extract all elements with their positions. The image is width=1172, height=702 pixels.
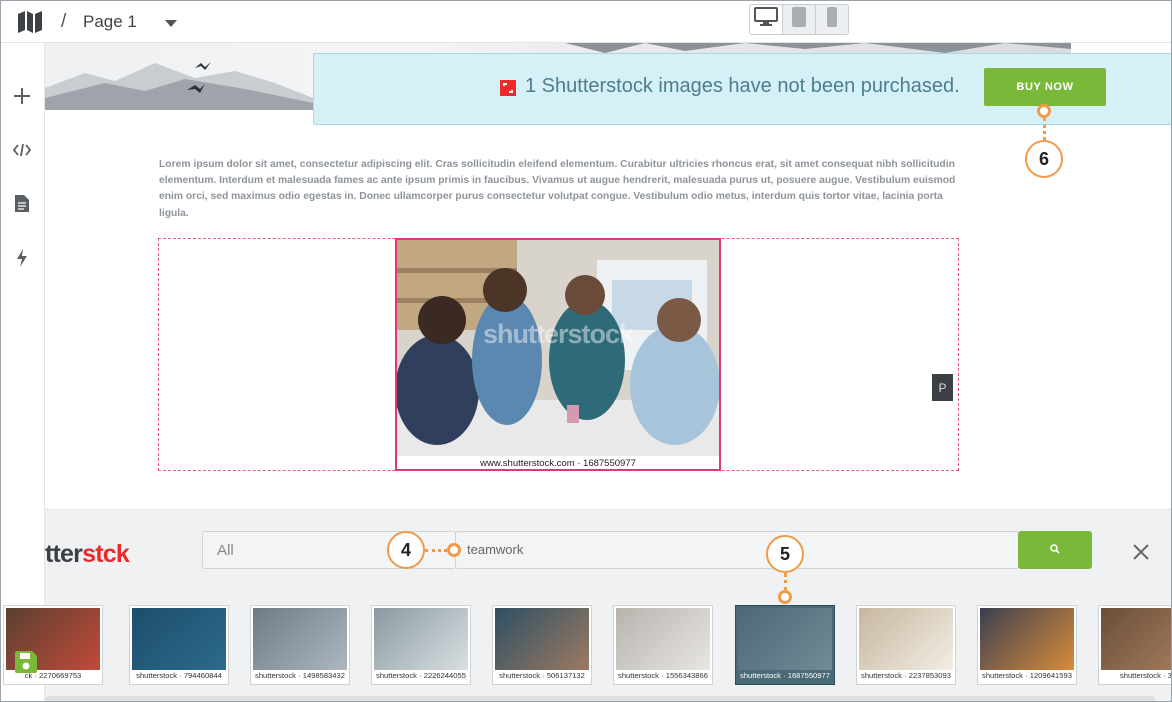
- code-icon: [12, 143, 32, 161]
- thumbnail-id: shutterstock · 2237853093: [861, 671, 951, 680]
- close-icon[interactable]: [1133, 544, 1149, 565]
- callout-5: 5: [766, 535, 804, 573]
- lightning-icon: [16, 248, 28, 272]
- thumbnail-id: shutterstock · 1556343866: [618, 671, 708, 680]
- thumbnail-id: shutterstock · 1209641593: [982, 671, 1072, 680]
- thumbnail-id: shutterstock · 1687550977: [740, 671, 830, 680]
- thumbnail-item[interactable]: shutterstock · 1556343866: [613, 605, 713, 685]
- thumbnail-image: [616, 608, 710, 670]
- tablet-icon: [792, 7, 806, 32]
- code-button[interactable]: [10, 140, 34, 164]
- thumbnail-item[interactable]: shutterstock · 794460844: [129, 605, 229, 685]
- phone-icon: [827, 7, 837, 32]
- thumbnail-image: [738, 608, 832, 670]
- thumbnail-image: [980, 608, 1074, 670]
- thumbnail-item[interactable]: shutterstock · 34: [1098, 605, 1172, 685]
- logo-text-3: ck: [102, 540, 130, 568]
- callout-4-leader: [425, 549, 447, 552]
- top-bar: / Page 1: [1, 1, 1171, 43]
- thumbnail-item[interactable]: shutterstock · 506137132: [492, 605, 592, 685]
- save-icon[interactable]: [15, 651, 37, 678]
- thumbnail-item[interactable]: shutterstock · 2226244055: [371, 605, 471, 685]
- thumbnail-item[interactable]: shutterstock · 1498583432: [250, 605, 350, 685]
- breadcrumb-separator: /: [61, 11, 67, 32]
- desktop-icon: [754, 7, 778, 32]
- plus-icon: [13, 87, 31, 110]
- thumbnail-id: shutterstock · 794460844: [136, 671, 222, 680]
- horizontal-scrollbar[interactable]: [45, 696, 1155, 701]
- shutterstock-icon: [500, 80, 516, 101]
- device-switcher: [749, 4, 849, 35]
- shutterstock-panel: tterstck All teamwork ck · 2270669753 shu…: [3, 509, 1171, 701]
- logo-text-1: tter: [45, 540, 83, 568]
- map-icon[interactable]: [17, 10, 43, 39]
- thumbnail-id: shutterstock · 34: [1119, 671, 1172, 680]
- selected-image[interactable]: shutterstock www.shutterstock.com · 1687…: [395, 238, 721, 471]
- shutterstock-logo: tterstck: [45, 540, 130, 569]
- block-type-badge[interactable]: P: [932, 374, 953, 401]
- thumbnail-image: [132, 608, 226, 670]
- search-icon: [1050, 541, 1060, 559]
- thumbnail-image: [859, 608, 953, 670]
- thumbnail-id: shutterstock · 2226244055: [376, 671, 466, 680]
- thumbnail-image: [374, 608, 468, 670]
- image-caption: www.shutterstock.com · 1687550977: [480, 458, 636, 469]
- thumbnail-image: [253, 608, 347, 670]
- page-selector-label[interactable]: Page 1: [83, 12, 137, 32]
- notification-text: 1 Shutterstock images have not been purc…: [525, 75, 960, 97]
- pages-button[interactable]: [10, 194, 34, 218]
- thumbnail-strip: ck · 2270669753 shutterstock · 794460844 s…: [3, 605, 1171, 685]
- chevron-down-icon[interactable]: [165, 15, 177, 33]
- buy-now-button[interactable]: BUY NOW: [984, 68, 1106, 106]
- image-watermark: shutterstock: [482, 319, 634, 349]
- left-sidebar: [1, 43, 45, 701]
- phone-view-button[interactable]: [815, 5, 848, 34]
- callout-5-pin: [778, 590, 792, 604]
- actions-button[interactable]: [10, 248, 34, 272]
- thumbnail-item[interactable]: shutterstock · 2237853093: [856, 605, 956, 685]
- thumbnail-image: [1101, 608, 1171, 670]
- thumbnail-image: [495, 608, 589, 670]
- body-paragraph: Lorem ipsum dolor sit amet, consectetur …: [159, 159, 956, 219]
- callout-4-pin: [447, 543, 461, 557]
- callout-6-pin: [1037, 104, 1051, 118]
- callout-4: 4: [387, 531, 425, 569]
- desktop-view-button[interactable]: [750, 5, 782, 34]
- search-button[interactable]: [1018, 531, 1092, 569]
- thumbnail-item[interactable]: shutterstock · 1209641593: [977, 605, 1077, 685]
- thumbnail-item[interactable]: shutterstock · 1687550977: [735, 605, 835, 685]
- callout-5-leader: [784, 573, 787, 591]
- thumbnail-id: shutterstock · 506137132: [499, 671, 585, 680]
- add-element-button[interactable]: [10, 86, 34, 110]
- callout-6-leader: [1043, 118, 1046, 140]
- tablet-view-button[interactable]: [782, 5, 815, 34]
- search-input[interactable]: teamwork: [455, 531, 1019, 569]
- callout-6: 6: [1025, 140, 1063, 178]
- document-icon: [15, 195, 29, 217]
- logo-text-2: st: [82, 540, 103, 568]
- thumbnail-id: shutterstock · 1498583432: [255, 671, 345, 680]
- app-window: / Page 1 1 Shutterstock images have not …: [0, 0, 1172, 702]
